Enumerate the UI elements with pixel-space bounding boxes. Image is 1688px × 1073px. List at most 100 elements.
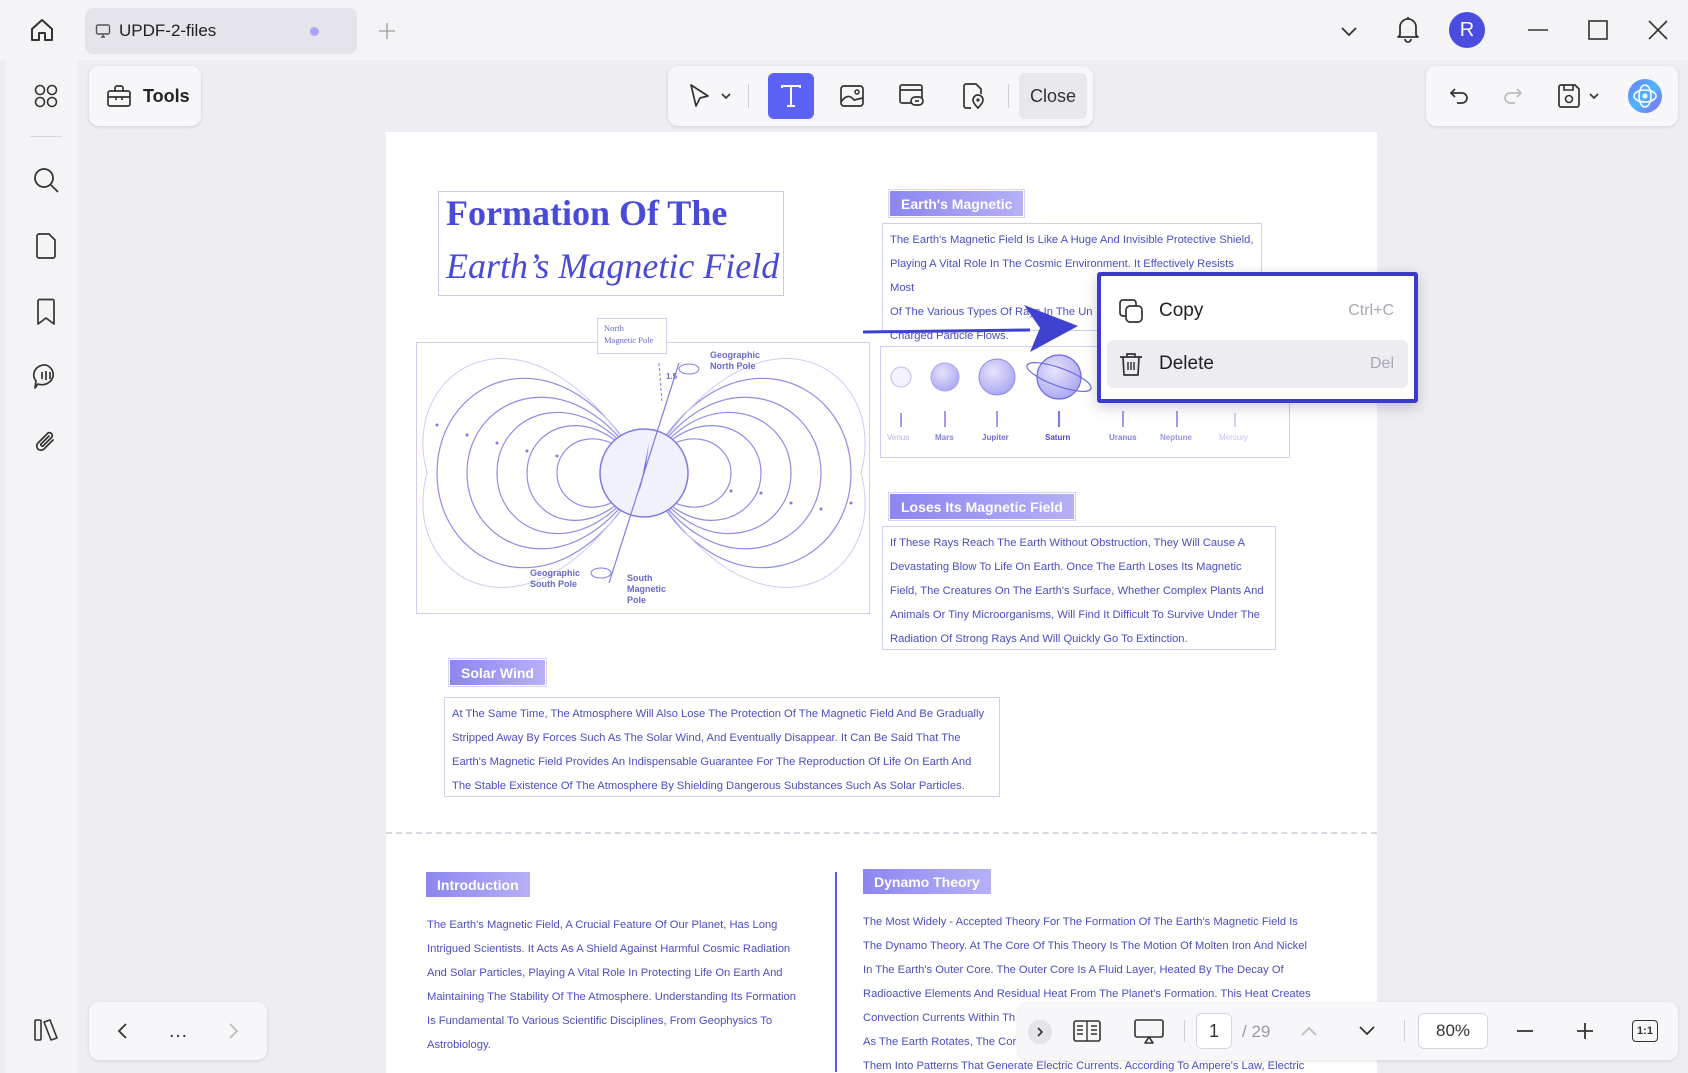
delete-shortcut: Del	[1369, 355, 1394, 372]
planet-label-mercury: Mercury	[1219, 433, 1248, 442]
section-heading-earths-magnetic[interactable]: Earth's Magnetic	[887, 189, 1026, 218]
sidebar-item-comments[interactable]	[24, 354, 68, 398]
redo-icon	[1504, 88, 1523, 104]
sidebar-item-attachments[interactable]	[24, 420, 68, 464]
page-location-icon	[963, 83, 984, 110]
tools-button[interactable]: Tools	[89, 66, 201, 126]
text-line: In The Earth's Outer Core. The Outer Cor…	[863, 964, 1284, 976]
zoom-out-button[interactable]	[1504, 1010, 1546, 1052]
section-heading-dynamo-theory[interactable]: Dynamo Theory	[863, 869, 991, 894]
chevron-left-icon	[117, 1023, 127, 1039]
toolbar-divider	[1008, 84, 1009, 108]
new-tab-button[interactable]	[372, 16, 402, 46]
text-line: Astrobiology.	[427, 1039, 491, 1051]
planet-label-mars: Mars	[935, 433, 954, 442]
actual-size-button[interactable]: 1:1	[1624, 1010, 1666, 1052]
status-divider	[1404, 1020, 1405, 1042]
text-line: At The Same Time, The Atmosphere Will Al…	[452, 708, 985, 720]
text-line: Earth's Magnetic Field Provides An Indis…	[452, 756, 972, 768]
text-line: Radiation Of Strong Rays And Will Quickl…	[890, 633, 1188, 645]
home-button[interactable]	[22, 10, 62, 50]
previous-button[interactable]	[101, 1009, 145, 1053]
search-icon	[34, 168, 59, 193]
bell-icon	[1397, 17, 1419, 43]
edit-link-tool-button[interactable]	[889, 73, 935, 119]
plus-icon	[379, 23, 395, 39]
presentation-button[interactable]	[1128, 1010, 1170, 1052]
text-block-introduction[interactable]: The Earth's Magnetic Field, A Crucial Fe…	[427, 913, 817, 1057]
close-window-button[interactable]	[1638, 12, 1678, 48]
page-icon	[36, 233, 56, 259]
document-tab[interactable]: UPDF-2-files	[85, 8, 357, 54]
book-layout-icon	[1073, 1020, 1101, 1042]
section-heading-solar-wind[interactable]: Solar Wind	[448, 658, 547, 687]
sidebar-item-apps[interactable]	[24, 74, 68, 118]
select-tool-button[interactable]	[682, 73, 716, 119]
edit-text-tool-button[interactable]	[768, 73, 814, 119]
delete-label: Delete	[1159, 353, 1214, 374]
books-icon	[34, 1019, 58, 1041]
tab-title: UPDF-2-files	[119, 21, 217, 40]
copy-icon	[1119, 299, 1143, 323]
select-tool-dropdown[interactable]	[716, 73, 736, 119]
chevron-down-icon	[721, 93, 731, 100]
left-sidebar	[6, 60, 78, 1073]
undo-icon	[1449, 88, 1468, 104]
save-dropdown[interactable]	[1584, 73, 1604, 119]
redo-button[interactable]	[1490, 73, 1536, 119]
paperclip-icon	[35, 431, 54, 452]
planet-label-jupiter: Jupiter	[982, 433, 1009, 442]
page-layout-button[interactable]	[1066, 1010, 1108, 1052]
tab-list-button[interactable]	[1332, 14, 1366, 48]
close-icon	[1648, 20, 1668, 40]
sidebar-item-search[interactable]	[24, 158, 68, 202]
zoom-in-button[interactable]	[1564, 1010, 1606, 1052]
label-south-magnetic-pole: South Magnetic Pole	[627, 573, 667, 605]
toolbar-divider	[748, 84, 749, 108]
label-geographic-south-pole: Geographic South Pole	[530, 568, 581, 589]
chevron-right-icon	[1037, 1027, 1044, 1037]
cursor-icon	[690, 84, 709, 107]
more-button[interactable]: …	[156, 1009, 200, 1053]
expand-status-bar-button[interactable]	[1028, 1020, 1052, 1044]
text-line: Intrigued Scientists. It Acts As A Shiel…	[427, 943, 791, 955]
section-heading-loses-magnetic-field[interactable]: Loses Its Magnetic Field	[888, 492, 1076, 521]
plus-icon	[1577, 1023, 1593, 1039]
image-icon	[840, 85, 864, 107]
current-page-input[interactable]: 1	[1196, 1013, 1232, 1049]
user-avatar[interactable]: R	[1449, 12, 1485, 48]
text-line: And Solar Particles, Playing A Vital Rol…	[427, 967, 783, 979]
undo-button[interactable]	[1436, 73, 1482, 119]
text-block-loses-magnetic-field[interactable]: If These Rays Reach The Earth Without Ob…	[882, 526, 1276, 650]
sidebar-item-pages[interactable]	[24, 224, 68, 268]
previous-page-button[interactable]	[1288, 1010, 1330, 1052]
next-page-button[interactable]	[1346, 1010, 1388, 1052]
minimize-button[interactable]	[1518, 12, 1558, 48]
toolbox-icon	[107, 85, 131, 107]
pointer-arrow	[862, 305, 1078, 352]
context-menu-copy[interactable]: Copy Ctrl+C	[1107, 287, 1408, 335]
total-pages: / 29	[1242, 1022, 1271, 1041]
ai-assistant-button[interactable]	[1622, 73, 1668, 119]
close-edit-button[interactable]: Close	[1019, 73, 1087, 119]
maximize-icon	[1588, 20, 1608, 40]
watermark-tool-button[interactable]	[950, 73, 996, 119]
bookmark-icon	[37, 298, 55, 325]
sidebar-item-bookmarks[interactable]	[24, 290, 68, 334]
column-divider	[835, 872, 837, 1072]
monitor-icon	[95, 24, 111, 38]
sidebar-toggle-button[interactable]	[24, 1008, 68, 1052]
zoom-level-input[interactable]: 80%	[1418, 1013, 1488, 1049]
section-heading-introduction[interactable]: Introduction	[426, 872, 530, 897]
planet-label-uranus: Uranus	[1109, 433, 1137, 442]
text-line: Field, The Creatures On The Earth's Surf…	[890, 585, 1264, 597]
text-block-solar-wind[interactable]: At The Same Time, The Atmosphere Will Al…	[444, 697, 1000, 797]
minus-icon	[1517, 1030, 1533, 1032]
maximize-button[interactable]	[1578, 12, 1618, 48]
notifications-button[interactable]	[1390, 10, 1426, 48]
context-menu-delete[interactable]: Delete Del	[1107, 340, 1408, 388]
text-line: Animals Or Tiny Microorganisms, Will Fin…	[890, 609, 1260, 621]
document-title-line1: Formation Of The	[446, 193, 728, 233]
edit-image-tool-button[interactable]	[829, 73, 875, 119]
next-button[interactable]	[211, 1009, 255, 1053]
